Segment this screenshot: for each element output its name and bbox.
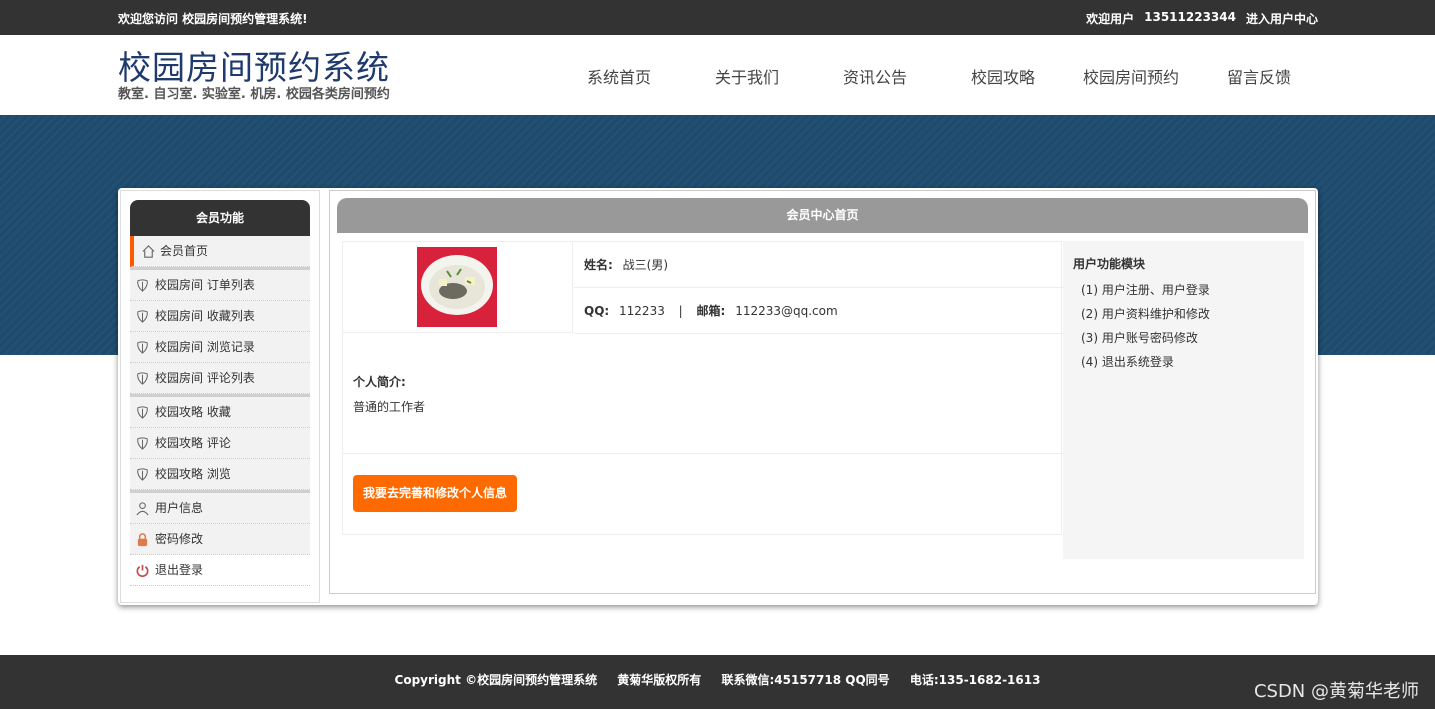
flower-icon bbox=[137, 341, 148, 354]
flower-icon bbox=[137, 406, 148, 419]
user-phone: 13511223344 bbox=[1144, 10, 1236, 24]
sidebar-item-label: 退出登录 bbox=[155, 563, 204, 577]
sidebar-item-label: 密码修改 bbox=[155, 532, 204, 546]
sidebar-item-room-orders[interactable]: 校园房间 订单列表 bbox=[130, 270, 310, 301]
flower-icon bbox=[137, 279, 148, 292]
member-main: 会员中心首页 姓名: 战三(男) QQ: 112233 | 邮箱: 112233… bbox=[329, 190, 1316, 594]
intro-value: 普通的工作者 bbox=[353, 400, 426, 414]
nav-booking[interactable]: 校园房间预约 bbox=[1067, 64, 1195, 88]
site-subtitle: 教室. 自习室. 实验室. 机房. 校园各类房间预约 bbox=[118, 87, 390, 102]
site-title[interactable]: 校园房间预约系统 bbox=[118, 41, 390, 89]
function-item: (2) 用户资料维护和修改 bbox=[1081, 307, 1210, 321]
sidebar-item-label: 校园攻略 浏览 bbox=[155, 467, 231, 481]
top-bar: 欢迎您访问 校园房间预约管理系统! 欢迎用户 13511223344 进入用户中… bbox=[0, 0, 1435, 35]
user-info: 欢迎用户 13511223344 进入用户中心 bbox=[1086, 10, 1318, 27]
power-icon bbox=[136, 564, 149, 578]
flower-icon bbox=[137, 437, 148, 450]
sidebar-item-room-comments[interactable]: 校园房间 评论列表 bbox=[130, 363, 310, 394]
sidebar-title: 会员功能 bbox=[130, 200, 310, 236]
watermark: CSDN @黄菊华老师 bbox=[1253, 681, 1419, 702]
avatar bbox=[417, 247, 497, 327]
intro-label: 个人简介: bbox=[353, 375, 406, 389]
sidebar-item-user-info[interactable]: 用户信息 bbox=[130, 493, 310, 524]
sidebar-item-logout[interactable]: 退出登录 bbox=[130, 555, 310, 586]
sidebar-item-password[interactable]: 密码修改 bbox=[130, 524, 310, 555]
footer-wechat: 联系微信:45157718 QQ同号 bbox=[721, 673, 890, 687]
nav-feedback[interactable]: 留言反馈 bbox=[1195, 64, 1323, 88]
main-title: 会员中心首页 bbox=[337, 198, 1308, 233]
sidebar-item-label: 校园房间 浏览记录 bbox=[155, 340, 255, 354]
avatar-cell bbox=[343, 242, 573, 333]
name-value: 战三(男) bbox=[622, 258, 669, 272]
lock-icon bbox=[137, 533, 148, 547]
sidebar-item-guide-favorites[interactable]: 校园攻略 收藏 bbox=[130, 397, 310, 428]
qq-value: 112233 bbox=[619, 304, 665, 318]
nav-about[interactable]: 关于我们 bbox=[683, 64, 811, 88]
member-panel: 会员功能 会员首页 校园房间 订单列表 校园房间 收藏列表 校园房间 浏览记录 bbox=[118, 188, 1318, 605]
sidebar-menu: 会员首页 校园房间 订单列表 校园房间 收藏列表 校园房间 浏览记录 校园房间 … bbox=[130, 236, 310, 586]
name-row: 姓名: 战三(男) bbox=[574, 242, 1063, 288]
sidebar-item-label: 校园攻略 收藏 bbox=[155, 405, 231, 419]
welcome-text: 欢迎您访问 校园房间预约管理系统! bbox=[118, 12, 308, 26]
flower-icon bbox=[137, 468, 148, 481]
flower-icon bbox=[137, 372, 148, 385]
email-label: 邮箱: bbox=[696, 304, 726, 318]
user-label: 欢迎用户 bbox=[1086, 12, 1135, 26]
sidebar-item-guide-history[interactable]: 校园攻略 浏览 bbox=[130, 459, 310, 490]
function-module: 用户功能模块 (1) 用户注册、用户登录 (2) 用户资料维护和修改 (3) 用… bbox=[1063, 241, 1304, 559]
footer-line: Copyright ©校园房间预约管理系统 黄菊华版权所有 联系微信:45157… bbox=[0, 671, 1435, 688]
sidebar-item-label: 用户信息 bbox=[155, 501, 204, 515]
qq-label: QQ: bbox=[584, 304, 610, 318]
footer-phone: 电话:135-1682-1613 bbox=[909, 673, 1041, 687]
profile-card: 姓名: 战三(男) QQ: 112233 | 邮箱: 112233@qq.com… bbox=[342, 241, 1063, 535]
nav-news[interactable]: 资讯公告 bbox=[811, 64, 939, 88]
footer-copyright: Copyright ©校园房间预约管理系统 bbox=[394, 673, 598, 687]
site-footer: Copyright ©校园房间预约管理系统 黄菊华版权所有 联系微信:45157… bbox=[0, 655, 1435, 709]
site-header: 校园房间预约系统 教室. 自习室. 实验室. 机房. 校园各类房间预约 系统首页… bbox=[0, 35, 1435, 115]
home-icon bbox=[142, 245, 155, 258]
sidebar-item-label: 校园房间 收藏列表 bbox=[155, 309, 255, 323]
sidebar-item-label: 校园攻略 评论 bbox=[155, 436, 231, 450]
sidebar-item-room-history[interactable]: 校园房间 浏览记录 bbox=[130, 332, 310, 363]
function-item: (1) 用户注册、用户登录 bbox=[1081, 283, 1210, 297]
flower-icon bbox=[137, 310, 148, 323]
edit-profile-button[interactable]: 我要去完善和修改个人信息 bbox=[353, 475, 517, 512]
function-item: (4) 退出系统登录 bbox=[1081, 355, 1174, 369]
sidebar-item-label: 会员首页 bbox=[160, 244, 209, 258]
nav-home[interactable]: 系统首页 bbox=[555, 64, 683, 88]
contact-row: QQ: 112233 | 邮箱: 112233@qq.com bbox=[574, 288, 1063, 334]
sidebar-item-label: 校园房间 订单列表 bbox=[155, 278, 255, 292]
email-value: 112233@qq.com bbox=[735, 304, 838, 318]
member-sidebar: 会员功能 会员首页 校园房间 订单列表 校园房间 收藏列表 校园房间 浏览记录 bbox=[120, 190, 320, 603]
main-nav: 系统首页 关于我们 资讯公告 校园攻略 校园房间预约 留言反馈 bbox=[555, 64, 1323, 88]
nav-guides[interactable]: 校园攻略 bbox=[939, 64, 1067, 88]
sidebar-item-guide-comments[interactable]: 校园攻略 评论 bbox=[130, 428, 310, 459]
user-center-link[interactable]: 进入用户中心 bbox=[1246, 10, 1318, 27]
name-label: 姓名: bbox=[584, 258, 613, 272]
sidebar-item-label: 校园房间 评论列表 bbox=[155, 371, 255, 385]
sidebar-item-home[interactable]: 会员首页 bbox=[130, 236, 310, 267]
function-item: (3) 用户账号密码修改 bbox=[1081, 331, 1198, 345]
function-title: 用户功能模块 bbox=[1073, 257, 1146, 271]
user-icon bbox=[136, 502, 149, 516]
footer-owner: 黄菊华版权所有 bbox=[617, 673, 702, 687]
contact-separator: | bbox=[678, 304, 683, 318]
intro-section: 个人简介: 普通的工作者 bbox=[343, 333, 1063, 454]
sidebar-item-room-favorites[interactable]: 校园房间 收藏列表 bbox=[130, 301, 310, 332]
